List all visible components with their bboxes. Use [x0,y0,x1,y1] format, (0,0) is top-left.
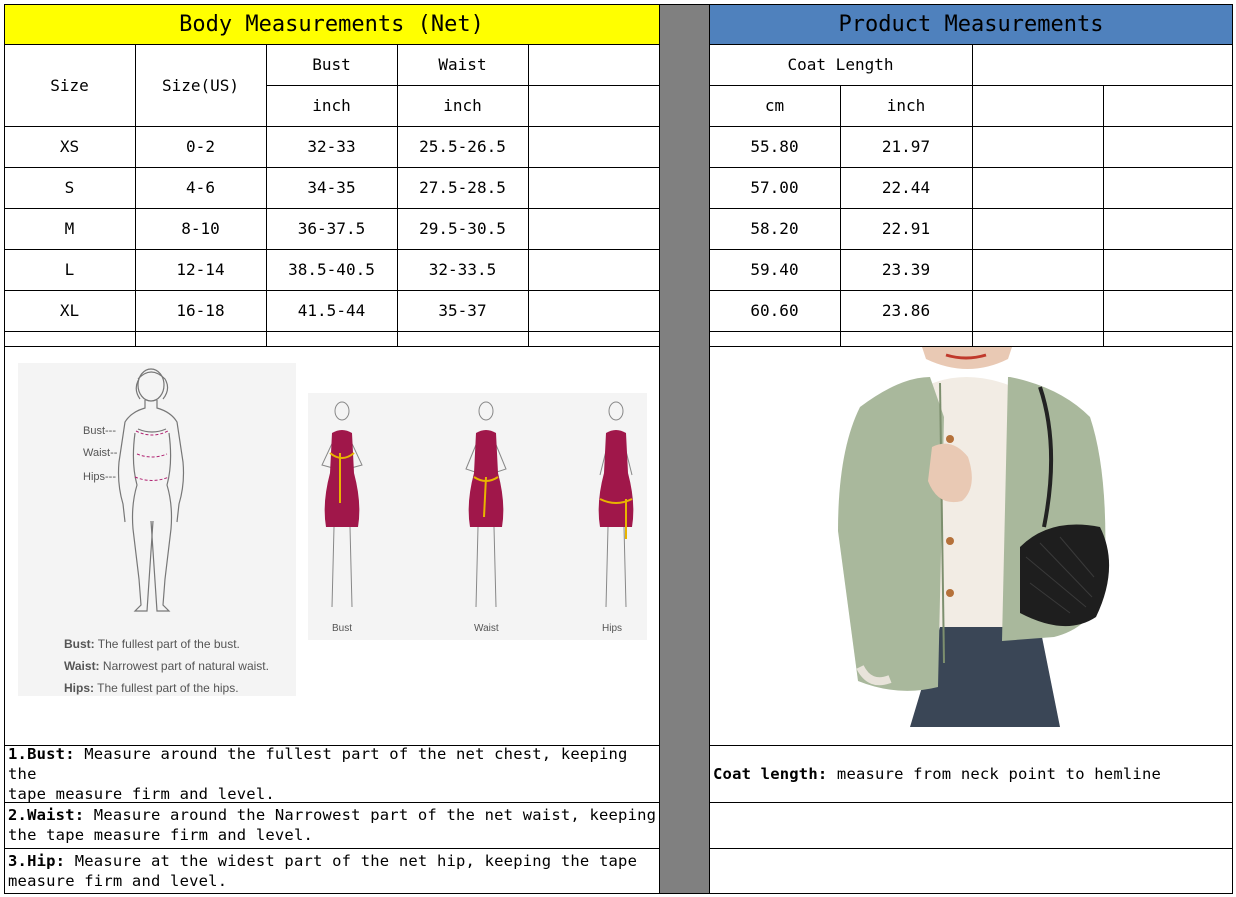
table-gridlines [4,4,1233,894]
